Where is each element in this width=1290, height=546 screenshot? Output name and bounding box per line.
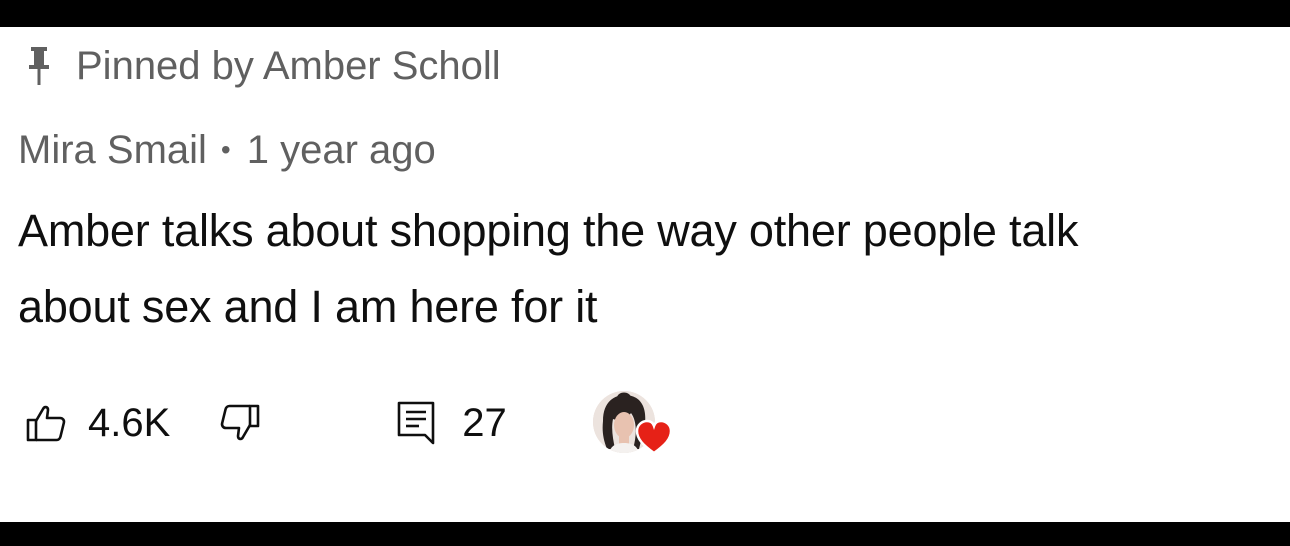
comment-author[interactable]: Mira Smail [18,128,207,173]
creator-heart [592,391,673,455]
reply-count[interactable]: 27 [462,401,507,446]
like-count: 4.6K [88,400,171,445]
pinned-label: Pinned by Amber Scholl [24,41,501,91]
comment-actions: 4.6K 27 [22,391,673,455]
heart-icon [635,419,673,455]
comment-meta: Mira Smail • 1 year ago [18,125,436,175]
comment-timestamp[interactable]: 1 year ago [247,128,436,173]
pin-icon [24,46,54,86]
comment-card: Pinned by Amber Scholl Mira Smail • 1 ye… [0,27,1290,522]
thumbs-down-icon[interactable] [216,399,264,447]
comment-text-line: Amber talks about shopping the way other… [18,205,1079,256]
comment-text-line: about sex and I am here for it [18,281,598,332]
comment-icon[interactable] [392,399,440,447]
thumbs-up-icon[interactable] [22,399,70,447]
pinned-text: Pinned by Amber Scholl [76,43,501,88]
meta-separator: • [220,134,231,165]
comment-text: Amber talks about shopping the way other… [18,193,1286,345]
